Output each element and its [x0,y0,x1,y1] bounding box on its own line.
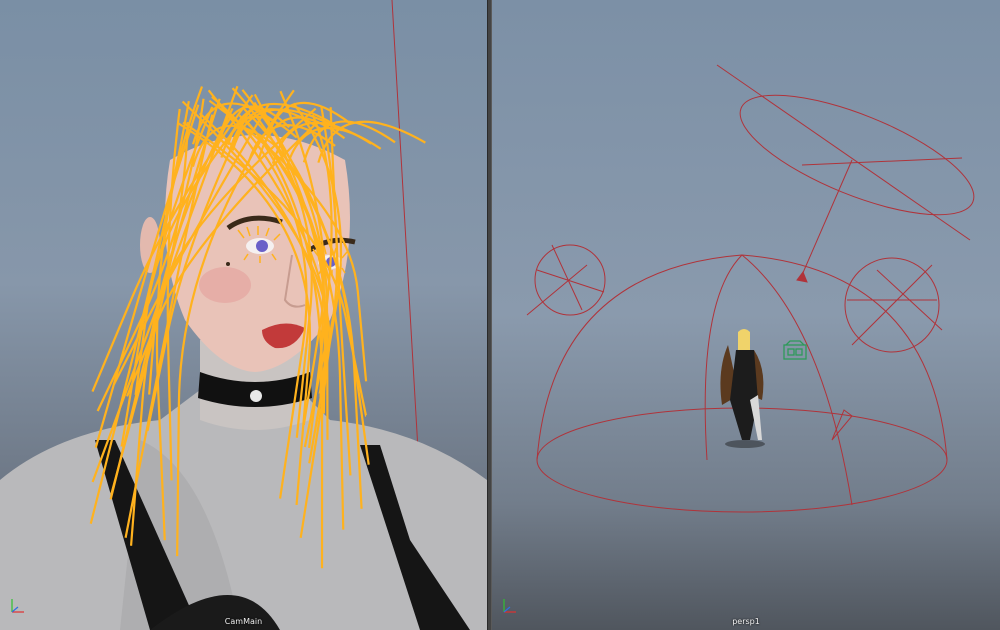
sphere-light-left[interactable] [534,244,606,316]
camera-label: persp1 [732,617,760,626]
cammain-scene[interactable] [0,0,487,630]
camera-label: CamMain [224,617,263,626]
xyz-axis-icon [503,599,516,613]
spot-light-small[interactable] [796,270,808,283]
camera-object-icon[interactable] [783,340,807,360]
beauty-mark [226,262,230,266]
guide-line [391,0,419,451]
area-light-top[interactable] [726,71,988,239]
choker-stud [250,390,262,402]
persp-scene[interactable] [492,0,1000,630]
character-figure[interactable] [720,329,765,448]
cheek-left [199,267,251,303]
viewport-persp1[interactable]: persp1 [492,0,1000,630]
iris-left [256,240,268,252]
viewport-cammain[interactable]: CamMain [0,0,487,630]
xyz-axis-icon [11,599,24,613]
